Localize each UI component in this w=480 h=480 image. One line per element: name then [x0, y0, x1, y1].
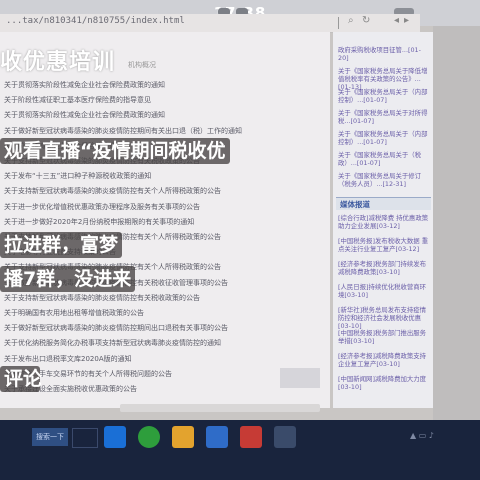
sidebar-link[interactable]: 关于《国家税务总局关于（内部控制）...[01-07] — [338, 130, 430, 146]
list-item[interactable]: 关于做好新型冠状病毒感染的肺炎疫情防控期间有关出口退（税）工作的通知 — [4, 126, 324, 136]
page-title: 收优惠培训 — [0, 50, 116, 75]
page-footer — [120, 404, 320, 412]
list-item[interactable]: 关于进一步优化增值税优惠政策办理程序及服务有关事项的公告 — [4, 202, 324, 212]
store-icon[interactable] — [240, 426, 262, 448]
taskbar: 搜索一下 ▲ ▭ ♪ — [0, 420, 480, 480]
list-item[interactable]: 关于明确国有农用地出租等增值税政策的公告 — [4, 308, 324, 318]
ie-icon[interactable] — [104, 426, 126, 448]
list-item[interactable]: 关于贯彻落实阶段性减免企业社会保险费政策的通知 — [4, 80, 324, 90]
list-item[interactable]: 关于支持新型冠状病毒感染的肺炎疫情防控有关个人所得税政策的公告 — [4, 186, 324, 196]
media-header-label: 媒体报道 — [340, 200, 370, 209]
search-box[interactable]: 搜索一下 — [32, 428, 68, 446]
system-tray[interactable]: ▲ ▭ ♪ — [410, 431, 434, 440]
scroll-panel — [280, 368, 320, 388]
overlay-caption: 观看直播“疫情期间税收优 — [0, 138, 230, 164]
overlay-caption: 播7群，没进来 — [0, 266, 136, 292]
edge-icon[interactable] — [138, 426, 160, 448]
sidebar-link[interactable]: 关于《国家税务总局关于对所得税...[01-07] — [338, 109, 430, 125]
sidebar-link[interactable]: 关于《国家税务总局关于（内部控制）...[01-07] — [338, 88, 430, 104]
media-icon[interactable] — [206, 426, 228, 448]
list-item[interactable]: 关于做好新型冠状病毒感染的肺炎疫情防控期间出口退税有关事项的公告 — [4, 323, 324, 333]
back-icon[interactable]: ◂ — [394, 15, 399, 26]
screen-bezel — [433, 26, 480, 420]
file-explorer-icon[interactable] — [172, 426, 194, 448]
task-view-icon[interactable] — [72, 428, 98, 448]
media-link[interactable]: [经济参考报]税务部门持续发布减税降费政策[03-10] — [338, 260, 430, 276]
divider — [338, 17, 339, 29]
list-item[interactable]: 关于优化纳税服务简化办税事项支持新型冠状病毒肺炎疫情防控的通知 — [4, 338, 324, 348]
overlay-caption: 拉进群，富梦 — [0, 232, 123, 258]
media-section-header: 媒体报道 — [336, 197, 431, 210]
comment-button[interactable]: 评论 — [0, 366, 42, 392]
title-note: 机构概况 — [128, 61, 156, 69]
sidebar-link[interactable]: 政府采购税收项目征管...[01-20] — [338, 46, 430, 62]
media-link[interactable]: [中国税务报]税务部门推出服务举措[03-10] — [338, 329, 430, 345]
media-link[interactable]: [中国税务报]发布税收大数据 重点关注行业复工复产[03-12] — [338, 237, 430, 253]
list-item[interactable]: 关于阶段性减征职工基本医疗保险费的指导意见 — [4, 95, 324, 105]
list-item[interactable]: 关于发布出口退税率文库2020A版的通知 — [4, 354, 324, 364]
list-item[interactable]: 关于支持新型冠状病毒感染的肺炎疫情防控有关税收政策的公告 — [4, 293, 324, 303]
address-bar[interactable]: ...tax/n810341/n810755/index.html ⌕ ↻ ◂ … — [0, 14, 420, 33]
list-item[interactable]: 关于贯彻落实阶段性减免企业社会保险费政策的通知 — [4, 110, 324, 120]
media-link[interactable]: [人民日报]持续优化税收营商环境[03-10] — [338, 283, 430, 299]
media-link[interactable]: [综合行政]减税降费 持优惠政策 助力企业发展[03-12] — [338, 214, 430, 230]
refresh-icon[interactable]: ↻ — [362, 15, 370, 26]
media-link[interactable]: [新华社]税务总局发布支持疫情防控和经济社会发展税收优惠[03-10] — [338, 306, 430, 330]
search-icon[interactable]: ⌕ — [348, 15, 354, 26]
forward-icon[interactable]: ▸ — [404, 15, 409, 26]
list-item[interactable]: 关于取消二手车交易环节的有关个人所得税问题的公告 — [4, 369, 324, 379]
list-item[interactable]: 关于承接建设全面实施税收优惠政策的公告 — [4, 384, 324, 394]
media-link[interactable]: [经济参考报]减税降费政策支持企业复工复产[03-10] — [338, 352, 430, 368]
app-icon[interactable] — [274, 426, 296, 448]
sidebar-link[interactable]: 关于《国家税务总局关于修订（税务人员）...[12-31] — [338, 172, 430, 188]
list-item[interactable]: 关于发布“十三五”进口种子种源税收政策的通知 — [4, 171, 324, 181]
url-text[interactable]: ...tax/n810341/n810755/index.html — [6, 16, 185, 26]
sidebar-link[interactable]: 关于《国家税务总局关于（税政）...[01-07] — [338, 151, 430, 167]
list-item[interactable]: 关于进一步做好2020年2月份纳税申报期限的有关事项的通知 — [4, 217, 324, 227]
media-link[interactable]: [中国新闻网]减税降费加大力度[03-10] — [338, 375, 430, 391]
